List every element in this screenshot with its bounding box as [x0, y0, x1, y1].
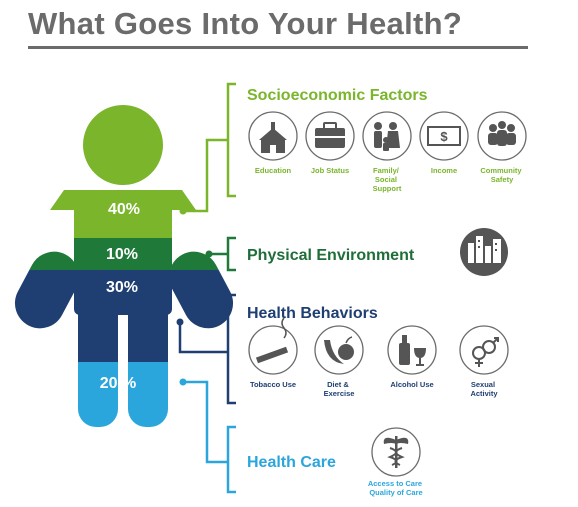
community-icon [477, 111, 527, 161]
heading-care: Health Care [247, 454, 336, 471]
connector-socioeconomic [183, 82, 236, 213]
briefcase-icon [305, 111, 355, 161]
label-income: Income [431, 166, 457, 175]
heading-socioeconomic: Socioeconomic Factors [247, 87, 428, 104]
bottle-glass-icon [387, 325, 437, 375]
label-alcohol-use: Alcohol Use [390, 380, 433, 389]
connector-dot-physical [205, 250, 213, 258]
connector-dot-care [179, 378, 187, 386]
pct-socioeconomic: 40% [108, 201, 140, 218]
label-job-status: Job Status [311, 166, 349, 175]
segment-care [6, 362, 242, 427]
schoolhouse-icon [248, 111, 298, 161]
label-community-safety: Community Safety [480, 166, 523, 184]
cigarette-icon [248, 317, 298, 375]
health-infographic: 40% 10% 30% 20 % Socioeconomic Factors P… [6, 82, 527, 497]
family-icon [362, 111, 412, 161]
label-education: Education [255, 166, 292, 175]
pct-physical: 10% [106, 246, 138, 263]
label-tobacco-use: Tobacco Use [250, 380, 296, 389]
heading-physical: Physical Environment [247, 247, 415, 264]
connector-dot-socioeconomic [179, 207, 187, 215]
svg-text:$: $ [440, 129, 448, 144]
caduceus-icon [371, 427, 421, 477]
heading-behaviors: Health Behaviors [247, 305, 378, 322]
dollar-bill-icon: $ [419, 111, 469, 161]
label-sexual-activity: Sexual Activity [470, 380, 498, 398]
label-diet-exercise: Diet & Exercise [324, 380, 355, 398]
label-family-social-support: Family/ Social Support [373, 166, 402, 193]
connector-dot-behaviors [176, 318, 184, 326]
pct-behaviors: 30% [106, 279, 138, 296]
label-access-quality-care: Access to Care Quality of Care [368, 479, 424, 497]
gender-symbols-icon [459, 325, 509, 375]
banana-apple-icon [314, 325, 364, 375]
city-skyline-icon [460, 228, 508, 276]
pct-care: 20 % [100, 375, 136, 392]
